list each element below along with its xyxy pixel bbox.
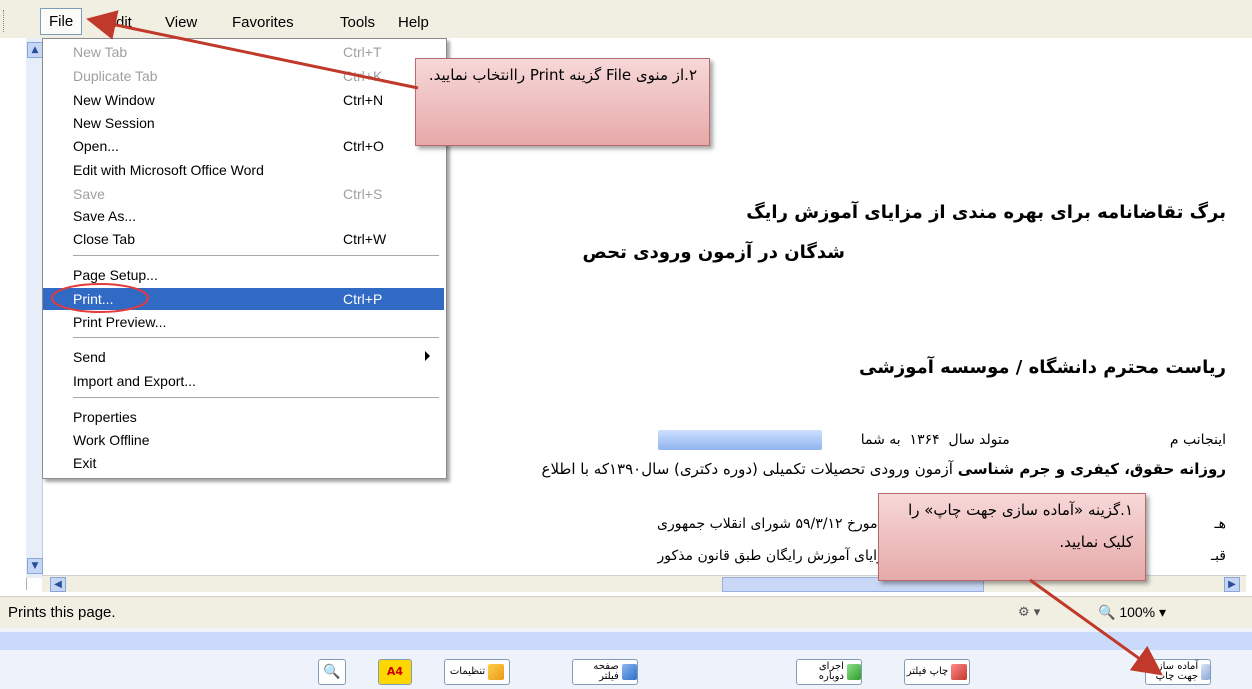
callout-step-2: ۲.از منوی File گزینه Print راانتخاب نمای… (415, 58, 710, 146)
settings-label: تنظیمات (449, 666, 486, 677)
menu-item-label: New Tab (73, 44, 128, 60)
menu-item-shortcut: Ctrl+S (343, 186, 383, 202)
menu-item-shortcut: Ctrl+T (343, 44, 382, 60)
file-menu-dropdown: New Tab Ctrl+T Duplicate Tab Ctrl+K New … (42, 38, 447, 479)
magnifier-icon: 🔍 (323, 664, 341, 680)
document-title-line1: برگ تقاضانامه برای بهره مندی از مزایای آ… (746, 202, 1226, 223)
menu-item-close-tab[interactable]: Close Tab Ctrl+W (43, 228, 444, 250)
filter-page-button[interactable]: صفحه فیلتر (572, 659, 638, 685)
scroll-left-icon[interactable]: ◀ (50, 577, 66, 592)
print-filter-button[interactable]: چاپ فیلتر (904, 659, 970, 685)
settings-icon (488, 664, 505, 680)
menu-item-label: Properties (73, 409, 137, 425)
menu-favorites[interactable]: Favorites (232, 14, 294, 31)
zoom-value: 100% (1119, 604, 1156, 620)
menu-item-open[interactable]: Open... Ctrl+O (43, 135, 444, 157)
zoom-level[interactable]: 🔍 100% ▾ (1098, 604, 1166, 621)
menu-item-edit-with-word[interactable]: Edit with Microsoft Office Word (43, 159, 444, 181)
menu-tools[interactable]: Tools (340, 14, 375, 31)
menu-item-label: New Session (73, 115, 155, 131)
print-filter-label: چاپ فیلتر (906, 666, 949, 677)
redacted-name (658, 430, 822, 450)
filter-page-label: صفحه فیلتر (593, 661, 619, 682)
menu-item-label: New Window (73, 92, 155, 108)
rerun-button[interactable]: اجرای دوباره (796, 659, 862, 685)
menu-item-print[interactable]: Print... Ctrl+P (43, 288, 444, 310)
print-filter-icon (951, 664, 968, 680)
document-salutation: ریاست محترم دانشگاه / موسسه آموزشی (859, 357, 1226, 378)
menu-item-label: Print... (73, 291, 114, 307)
menu-file[interactable]: File (40, 8, 83, 35)
scroll-down-icon[interactable]: ▼ (27, 558, 43, 574)
vertical-scrollbar[interactable]: ▲ ▼ (26, 38, 43, 578)
paragraph-2-rest: آزمون ورودی تحصیلات تکمیلی (دوره دکتری) … (541, 460, 958, 478)
menu-item-save[interactable]: Save Ctrl+S (43, 183, 444, 205)
menu-item-shortcut: Ctrl+O (343, 138, 384, 154)
menu-help[interactable]: Help (398, 14, 429, 31)
document-title-line2: شدگان در آزمون ورودی تحص (582, 242, 845, 263)
menu-item-shortcut: Ctrl+K (343, 68, 383, 84)
scroll-up-icon[interactable]: ▲ (27, 42, 43, 58)
menu-item-properties[interactable]: Properties (43, 406, 444, 428)
course-name: روزانه حقوق، کیفری و جرم شناسی (957, 460, 1226, 478)
menu-bar: File Edit View Favorites Tools Help (0, 0, 1252, 38)
menu-item-shortcut: Ctrl+N (343, 92, 384, 108)
menu-item-label: Exit (73, 455, 97, 471)
toolbar-grip[interactable] (3, 10, 8, 32)
menu-item-label: Edit with Microsoft Office Word (73, 162, 264, 178)
filter-icon (621, 664, 637, 680)
menu-item-label: Page Setup... (73, 267, 158, 283)
menu-item-new-window[interactable]: New Window Ctrl+N (43, 89, 444, 111)
menu-item-label: Send (73, 349, 106, 365)
callout-step-1: ۱.گزینه «آماده سازی جهت چاپ» را کلیک نما… (878, 493, 1146, 581)
menu-item-new-session[interactable]: New Session (43, 112, 444, 134)
protected-mode-icon[interactable]: ⚙ ▾ (1018, 605, 1040, 620)
menu-item-label: Duplicate Tab (73, 68, 158, 84)
toolbar-strip (0, 632, 1252, 650)
menu-view[interactable]: View (165, 14, 197, 31)
menu-item-label: Import and Export... (73, 373, 196, 389)
menu-item-label: Save As... (73, 208, 137, 224)
refresh-icon (846, 664, 861, 680)
menu-item-import-export[interactable]: Import and Export... (43, 370, 444, 392)
scroll-right-icon[interactable]: ▶ (1224, 577, 1240, 592)
menu-item-send[interactable]: Send (43, 346, 444, 368)
rerun-label: اجرای دوباره (818, 661, 844, 682)
menu-item-label: Print Preview... (73, 314, 167, 330)
menu-item-new-tab[interactable]: New Tab Ctrl+T (43, 41, 444, 63)
menu-item-label: Open... (73, 138, 119, 154)
prepare-print-button[interactable]: آماده سازی جهت چاپ (1145, 659, 1211, 685)
menu-separator (73, 337, 439, 338)
menu-edit[interactable]: Edit (106, 14, 132, 31)
menu-item-label: Save (73, 186, 105, 202)
a4-button[interactable]: A4 (378, 659, 412, 685)
document-paragraph-1: اینجانب م متولد سال ۱۳۶۴ به شما (860, 432, 1226, 448)
submenu-arrow-icon (425, 351, 430, 361)
menu-separator (73, 255, 439, 256)
print-preview-icon (1201, 664, 1210, 680)
menu-item-work-offline[interactable]: Work Offline (43, 429, 444, 451)
zoom-button[interactable]: 🔍 (318, 659, 346, 685)
menu-item-page-setup[interactable]: Page Setup... (43, 264, 444, 286)
menu-item-print-preview[interactable]: Print Preview... (43, 311, 444, 333)
menu-item-shortcut: Ctrl+P (343, 291, 383, 307)
menu-item-duplicate-tab[interactable]: Duplicate Tab Ctrl+K (43, 65, 444, 87)
status-bar: Prints this page. ⚙ ▾ 🔍 100% ▾ (0, 596, 1252, 629)
bottom-toolbar: 🔍 A4 تنظیمات صفحه فیلتر اجرای دوباره چاپ… (0, 628, 1252, 689)
prepare-print-label: آماده سازی جهت چاپ (1149, 661, 1199, 682)
status-text: Prints this page. (8, 604, 116, 621)
menu-item-shortcut: Ctrl+W (343, 231, 387, 247)
settings-button[interactable]: تنظیمات (444, 659, 510, 685)
menu-separator (73, 397, 439, 398)
menu-item-exit[interactable]: Exit (43, 452, 444, 474)
menu-item-label: Close Tab (73, 231, 136, 247)
menu-item-save-as[interactable]: Save As... (43, 205, 444, 227)
menu-item-label: Work Offline (73, 432, 150, 448)
a4-label: A4 (386, 665, 404, 678)
